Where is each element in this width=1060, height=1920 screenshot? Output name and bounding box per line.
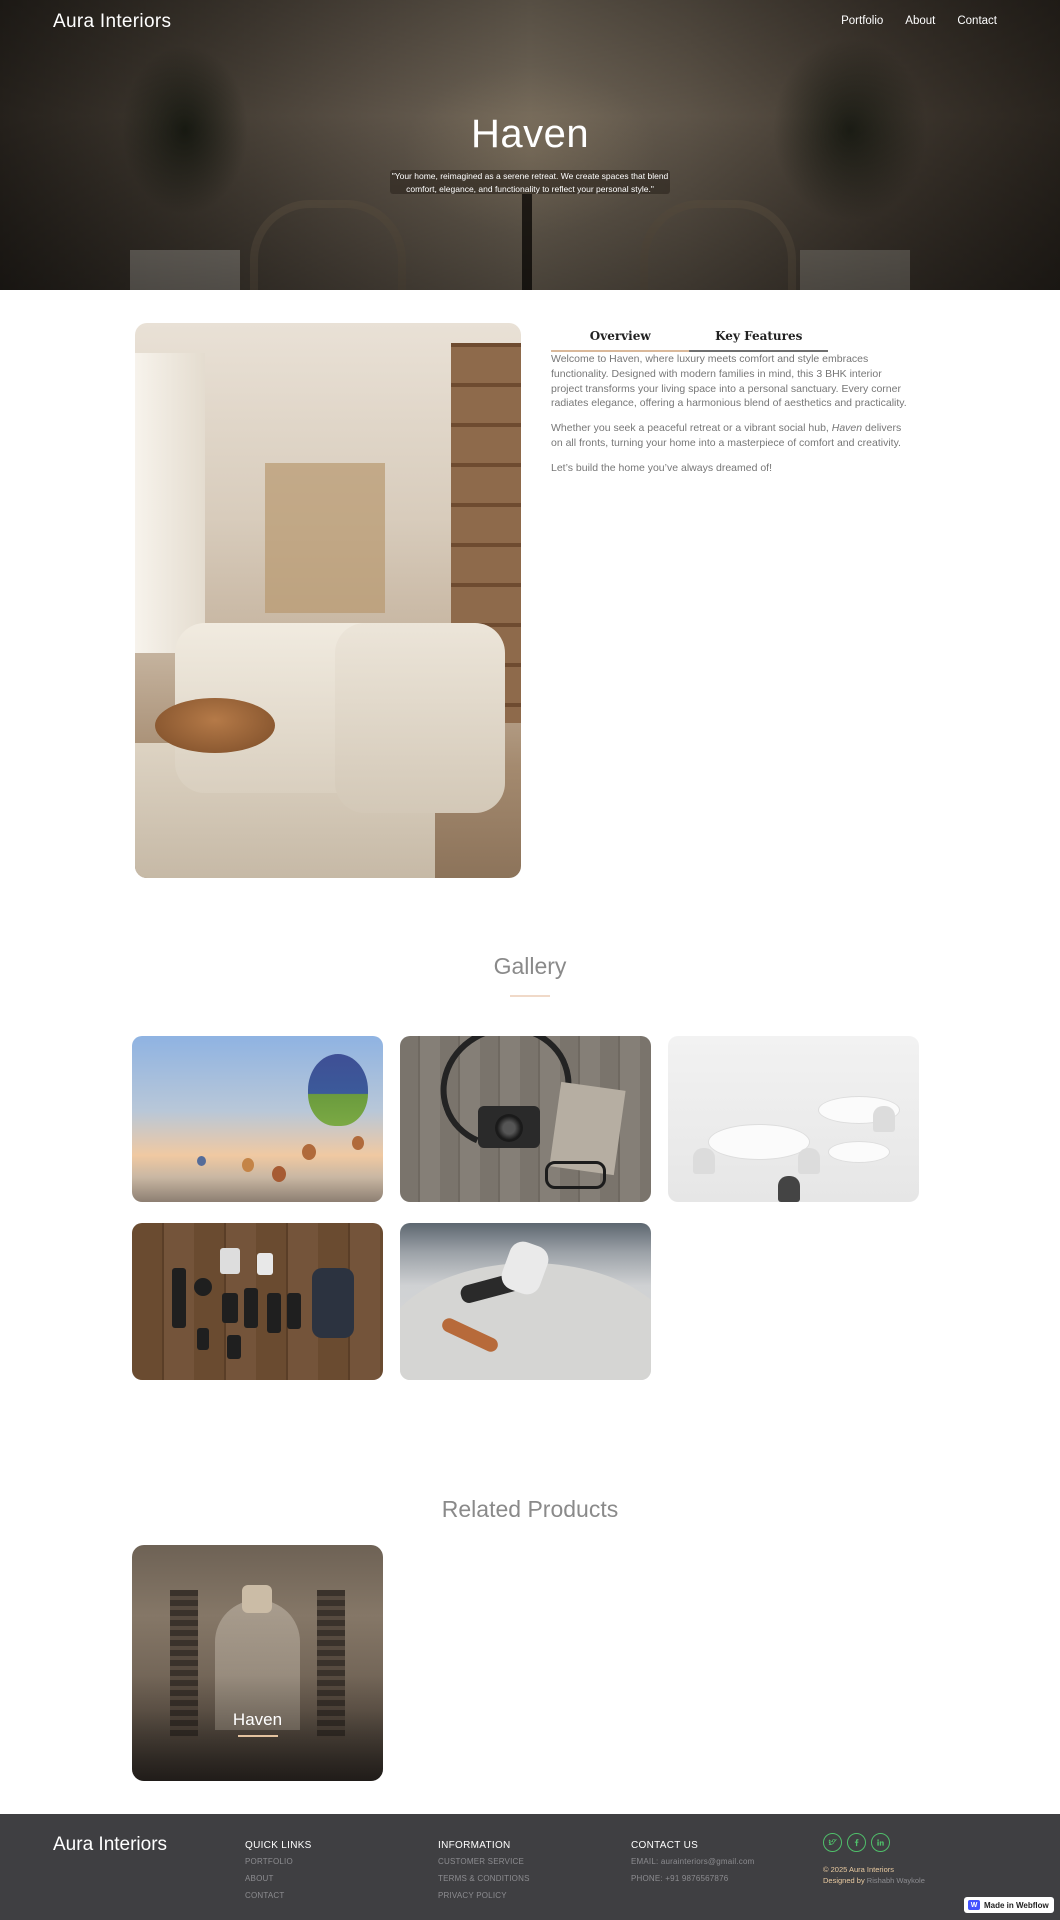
- footer-link-customer-service[interactable]: CUSTOMER SERVICE: [438, 1857, 530, 1866]
- related-products-heading: Related Products: [441, 1496, 619, 1522]
- gallery-underline: [510, 995, 550, 997]
- related-product-card[interactable]: Haven: [132, 1545, 383, 1781]
- footer-link-contact[interactable]: CONTACT: [245, 1891, 312, 1900]
- designer-link[interactable]: Rishabh Waykole: [867, 1876, 925, 1885]
- linkedin-icon[interactable]: [871, 1833, 890, 1852]
- information-heading: INFORMATION: [438, 1840, 511, 1851]
- gallery-image-skateboarder[interactable]: [400, 1223, 651, 1380]
- footer-link-portfolio[interactable]: PORTFOLIO: [245, 1857, 312, 1866]
- footer-phone[interactable]: PHONE: +91 9876567876: [631, 1874, 755, 1883]
- footer-copyright: © 2025 Aura Interiors Designed by Rishab…: [823, 1865, 925, 1885]
- nav-portfolio[interactable]: Portfolio: [841, 15, 883, 27]
- social-links: [823, 1833, 890, 1852]
- hero-banner: Aura Interiors Portfolio About Contact H…: [0, 0, 1060, 290]
- brand-logo[interactable]: Aura Interiors: [53, 11, 171, 33]
- webflow-icon: W: [968, 1900, 980, 1910]
- footer-link-terms[interactable]: TERMS & CONDITIONS: [438, 1874, 530, 1883]
- footer-brand[interactable]: Aura Interiors: [53, 1834, 167, 1856]
- footer: Aura Interiors QUICK LINKS PORTFOLIO ABO…: [0, 1814, 1060, 1920]
- twitter-icon[interactable]: [823, 1833, 842, 1852]
- related-product-title: Haven: [232, 1710, 283, 1729]
- project-tabs: Overview Key Features: [551, 327, 828, 351]
- page-title: Haven: [470, 112, 590, 156]
- contact-heading: CONTACT US: [631, 1840, 699, 1851]
- overview-paragraph-2: Whether you seek a peaceful retreat or a…: [551, 422, 902, 449]
- footer-contact: CONTACT US EMAIL: aurainteriors@gmail.co…: [631, 1840, 755, 1891]
- project-main-image: [135, 323, 521, 878]
- gallery-image-cafe[interactable]: [668, 1036, 919, 1202]
- gallery-image-camera[interactable]: [400, 1036, 651, 1202]
- footer-link-about[interactable]: ABOUT: [245, 1874, 312, 1883]
- overview-paragraph-1: Welcome to Haven, where luxury meets com…: [551, 353, 907, 410]
- gallery-image-balloons[interactable]: [132, 1036, 383, 1202]
- made-in-webflow-badge[interactable]: W Made in Webflow: [964, 1897, 1054, 1913]
- tab-overview[interactable]: Overview: [551, 327, 690, 351]
- footer-quick-links: QUICK LINKS PORTFOLIO ABOUT CONTACT: [245, 1840, 312, 1908]
- related-product-underline: [238, 1735, 278, 1737]
- overview-paragraph-3: Let’s build the home you’ve always dream…: [551, 461, 773, 474]
- tab-key-features[interactable]: Key Features: [690, 327, 829, 351]
- footer-link-privacy[interactable]: PRIVACY POLICY: [438, 1891, 530, 1900]
- nav-contact[interactable]: Contact: [957, 15, 997, 27]
- quick-links-heading: QUICK LINKS: [245, 1840, 312, 1851]
- footer-email[interactable]: EMAIL: aurainteriors@gmail.com: [631, 1857, 755, 1866]
- gallery-image-gear-flatlay[interactable]: [132, 1223, 383, 1380]
- main-nav: Portfolio About Contact: [841, 15, 997, 27]
- facebook-icon[interactable]: [847, 1833, 866, 1852]
- hero-subtitle: "Your home, reimagined as a serene retre…: [391, 171, 669, 194]
- nav-about[interactable]: About: [905, 15, 935, 27]
- overview-content: Welcome to Haven, where luxury meets com…: [551, 352, 911, 486]
- footer-information: INFORMATION CUSTOMER SERVICE TERMS & CON…: [438, 1840, 530, 1908]
- gallery-heading: Gallery: [493, 953, 567, 979]
